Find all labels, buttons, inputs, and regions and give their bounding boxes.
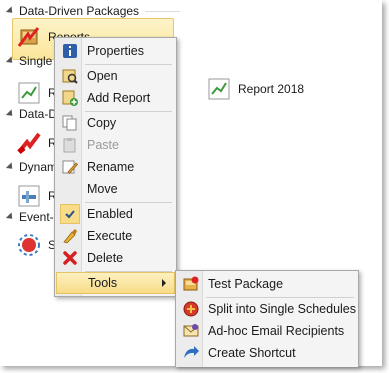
section-label: Data-D <box>19 107 58 121</box>
expand-arrow-icon <box>5 162 16 172</box>
tile-single-report[interactable]: R <box>16 80 57 106</box>
section-header-data-driven[interactable]: Data-D <box>5 107 58 121</box>
expand-arrow-icon <box>5 109 16 119</box>
split-icon <box>181 299 201 319</box>
tile-dynamic-report[interactable]: R <box>16 183 57 209</box>
execute-icon <box>60 226 80 246</box>
menu-item-open[interactable]: Open <box>56 65 175 87</box>
email-icon <box>181 321 201 341</box>
section-label: Single <box>19 54 53 68</box>
info-icon <box>60 41 80 61</box>
tile-event-schedule[interactable]: S <box>16 232 56 258</box>
dynamic-schedule-icon <box>18 185 40 207</box>
report-chart-icon <box>208 78 230 100</box>
section-label: Data-Driven Packages <box>19 4 140 18</box>
report-chart-icon <box>18 82 40 104</box>
submenu-arrow-icon <box>162 279 166 287</box>
paste-icon <box>60 135 80 155</box>
tools-submenu: Test Package Split into Single Schedules… <box>175 270 359 367</box>
add-report-icon <box>60 88 80 108</box>
open-icon <box>60 66 80 86</box>
section-header-single[interactable]: Single <box>5 54 58 68</box>
menu-item-move[interactable]: Move <box>56 178 175 200</box>
context-menu: Properties Open Add Report Copy Paste Re… <box>54 37 177 297</box>
tile-data-driven-report[interactable]: R <box>16 130 57 156</box>
menu-item-rename[interactable]: Rename <box>56 156 175 178</box>
menu-item-properties[interactable]: Properties <box>56 40 175 62</box>
section-label: Dynam <box>19 160 58 174</box>
menu-item-copy[interactable]: Copy <box>56 112 175 134</box>
delete-icon <box>60 248 80 268</box>
section-header-data-driven-packages[interactable]: Data-Driven Packages <box>5 4 180 18</box>
tile-report-2018[interactable]: Report 2018 <box>206 76 304 102</box>
data-driven-package-icon <box>17 27 40 47</box>
section-header-dynamic[interactable]: Dynam <box>5 160 58 174</box>
window-frame: Data-Driven Packages Reports Single R Re… <box>0 0 382 367</box>
menu-item-enabled[interactable]: Enabled <box>56 203 175 225</box>
section-label: Event- <box>19 210 54 224</box>
expand-arrow-icon <box>5 6 16 16</box>
menu-item-execute[interactable]: Execute <box>56 225 175 247</box>
expand-arrow-icon <box>5 56 16 66</box>
submenu-item-test-package[interactable]: Test Package <box>177 273 357 295</box>
menu-item-add-report[interactable]: Add Report <box>56 87 175 109</box>
tile-label: Report 2018 <box>238 82 305 96</box>
expand-arrow-icon <box>5 212 16 222</box>
event-schedule-icon <box>18 234 40 256</box>
section-divider <box>145 10 180 12</box>
menu-item-delete[interactable]: Delete <box>56 247 175 269</box>
copy-icon <box>60 113 80 133</box>
rename-icon <box>60 157 80 177</box>
shortcut-icon <box>181 343 201 363</box>
test-package-icon <box>181 274 201 294</box>
section-header-event[interactable]: Event- <box>5 210 58 224</box>
submenu-item-create-shortcut[interactable]: Create Shortcut <box>177 342 357 364</box>
menu-item-paste[interactable]: Paste <box>56 134 175 156</box>
data-driven-schedule-icon <box>17 132 41 154</box>
submenu-item-split-into-single-schedules[interactable]: Split into Single Schedules <box>177 298 357 320</box>
checkmark-icon <box>60 204 80 224</box>
submenu-item-ad-hoc-email-recipients[interactable]: Ad-hoc Email Recipients <box>177 320 357 342</box>
menu-item-tools[interactable]: Tools <box>56 272 175 294</box>
